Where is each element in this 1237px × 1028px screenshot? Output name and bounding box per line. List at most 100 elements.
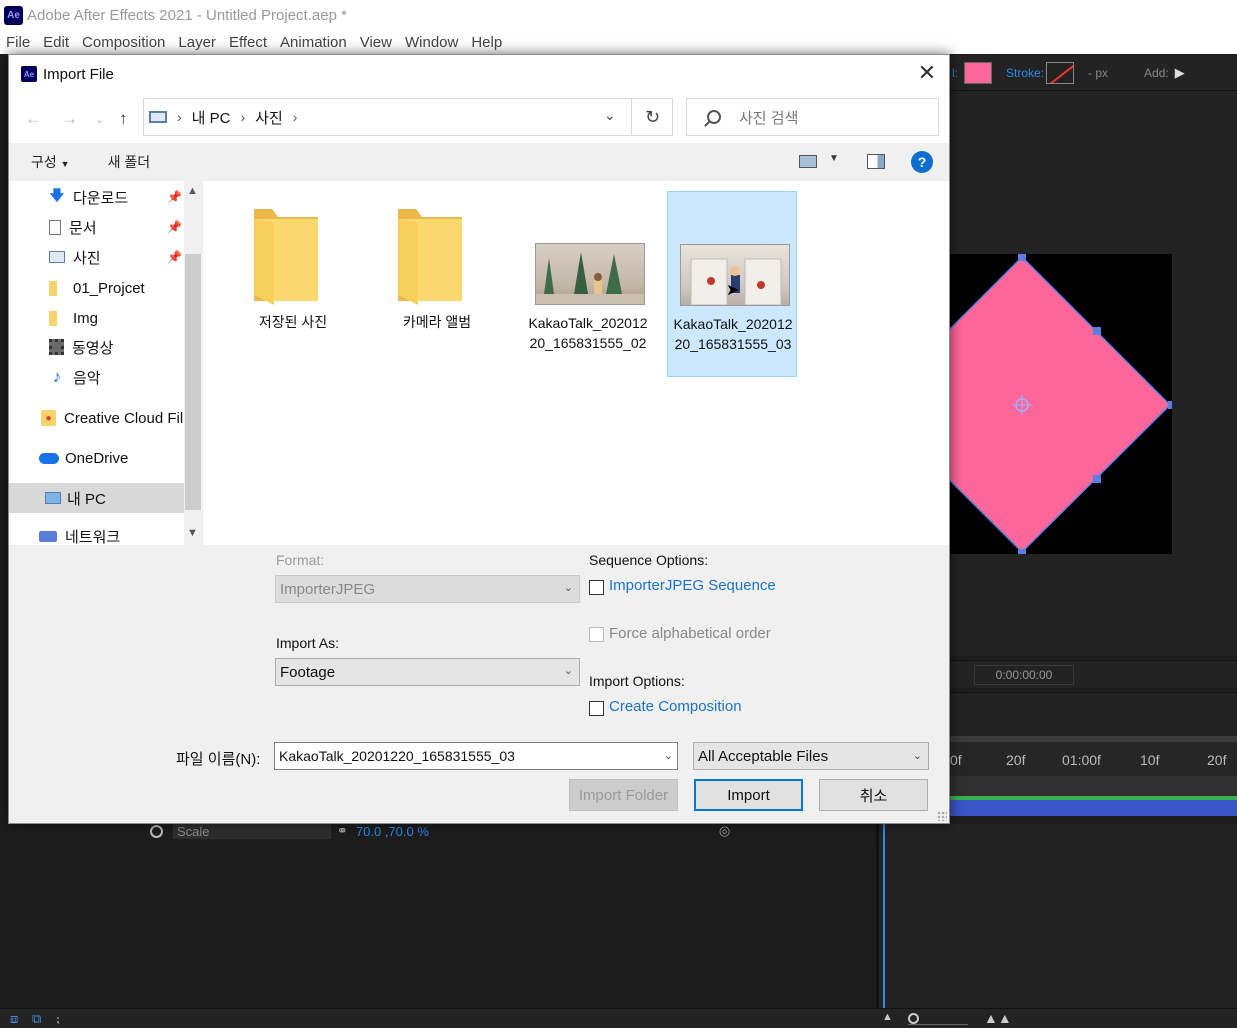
preview-pane-icon[interactable]: [867, 154, 885, 169]
zoom-in-icon[interactable]: ▲▲: [984, 1010, 1012, 1026]
cancel-button[interactable]: 취소: [819, 779, 928, 811]
composition-canvas[interactable]: [950, 254, 1172, 554]
breadcrumb-separator-icon[interactable]: ›: [177, 109, 182, 125]
import-as-value: Footage: [280, 663, 336, 681]
organize-button[interactable]: 구성 ▼: [31, 152, 70, 172]
file-item-image[interactable]: KakaoTalk_20201220_165831555_02: [523, 191, 653, 377]
trees-thumbnail-icon: [536, 252, 644, 304]
breadcrumb-separator-icon[interactable]: ›: [240, 109, 245, 125]
nav-item-01-projcet[interactable]: 01_Projcet: [9, 273, 184, 303]
up-arrow-icon[interactable]: ↑: [119, 109, 128, 129]
help-icon[interactable]: ?: [911, 151, 933, 173]
pin-icon[interactable]: 📌: [167, 250, 182, 264]
nav-item-music[interactable]: ♪ 음악: [9, 362, 184, 392]
ruler-tick: 0f: [950, 752, 962, 768]
scale-property-value[interactable]: 70.0 ,70.0 %: [356, 824, 429, 839]
forward-arrow-icon[interactable]: →: [61, 109, 78, 129]
nav-item-this-pc[interactable]: 내 PC: [9, 483, 184, 513]
nav-item-network[interactable]: 네트워크: [9, 521, 184, 545]
view-mode-icon[interactable]: [799, 155, 817, 168]
file-type-select[interactable]: All Acceptable Files ⌄: [693, 742, 929, 770]
stopwatch-icon[interactable]: [150, 824, 163, 838]
zoom-slider-knob[interactable]: [908, 1013, 919, 1024]
file-item-folder[interactable]: 카메라 앨범: [372, 191, 502, 377]
menu-animation[interactable]: Animation: [280, 34, 347, 51]
filename-input[interactable]: KakaoTalk_20201220_165831555_03 ⌄: [274, 742, 678, 770]
scroll-down-icon[interactable]: ▼: [187, 527, 198, 539]
breadcrumb-separator-icon[interactable]: ›: [293, 109, 298, 125]
search-input[interactable]: 사진 검색: [686, 98, 939, 136]
menu-effect[interactable]: Effect: [229, 34, 267, 51]
pink-diamond-shape[interactable]: [950, 254, 1172, 554]
breadcrumb-item-pictures[interactable]: 사진: [255, 107, 283, 128]
import-as-select[interactable]: Footage ⌄: [275, 658, 580, 686]
menu-layer[interactable]: Layer: [178, 34, 216, 51]
viewer-footer: 0:00:00:00: [950, 660, 1237, 688]
chevron-down-icon[interactable]: ⌄: [664, 749, 673, 762]
timeline-graph-panel: [876, 824, 1237, 1008]
layer-duration-bar[interactable]: [950, 796, 1237, 816]
nav-item-label: 음악: [73, 369, 101, 387]
fill-color-swatch[interactable]: [964, 61, 992, 84]
format-value: ImporterJPEG: [280, 580, 376, 598]
create-composition-checkbox[interactable]: [589, 701, 604, 716]
toggle-icon[interactable]: ⨟: [56, 1011, 60, 1027]
nav-item-img[interactable]: Img: [9, 303, 184, 333]
stroke-width-value[interactable]: - px: [1088, 66, 1108, 80]
new-folder-button[interactable]: 새 폴더: [108, 152, 151, 172]
nav-item-label: 네트워크: [65, 528, 121, 546]
recent-chevron-down-icon[interactable]: ⌄: [95, 113, 104, 126]
nav-item-videos[interactable]: 동영상: [9, 332, 184, 362]
menu-view[interactable]: View: [360, 34, 392, 51]
nav-item-pictures[interactable]: 사진 📌: [9, 242, 184, 272]
timeline-ruler[interactable]: 0f 20f 01:00f 10f 20f: [950, 736, 1237, 776]
pin-icon[interactable]: 📌: [167, 190, 182, 204]
menu-edit[interactable]: Edit: [43, 34, 69, 51]
view-chevron-down-icon[interactable]: ▼: [829, 153, 839, 164]
nav-item-documents[interactable]: 문서 📌: [9, 212, 184, 242]
nav-scrollbar-thumb[interactable]: [185, 254, 201, 510]
comp-flowchart-icon[interactable]: ⧈: [10, 1011, 18, 1027]
menu-file[interactable]: File: [6, 34, 30, 51]
filename-value: KakaoTalk_20201220_165831555_03: [279, 748, 515, 764]
render-icon[interactable]: ⧉: [32, 1011, 41, 1027]
resize-grip-icon[interactable]: [937, 811, 947, 821]
import-file-dialog: Ae Import File ✕ ← → ⌄ ↑ › 내 PC › 사진 › ⌄…: [8, 54, 950, 824]
work-area-bar[interactable]: [950, 776, 1237, 796]
sequence-checkbox-label[interactable]: ImporterJPEG Sequence: [609, 577, 776, 594]
spiral-icon[interactable]: ◎: [719, 823, 730, 839]
zoom-out-icon[interactable]: ▲: [882, 1011, 893, 1023]
stroke-label[interactable]: Stroke:: [1006, 66, 1044, 80]
nav-item-label: 문서: [69, 219, 97, 237]
folder-icon: [398, 209, 462, 305]
menu-composition[interactable]: Composition: [82, 34, 165, 51]
file-list-pane: 저장된 사진 카메라 앨범 KakaoTalk_20201220_1658315…: [203, 181, 949, 545]
sequence-checkbox[interactable]: [589, 580, 604, 595]
close-icon[interactable]: ✕: [917, 62, 937, 84]
back-arrow-icon[interactable]: ←: [25, 109, 42, 129]
folder-icon: [49, 280, 57, 296]
scroll-up-icon[interactable]: ▲: [187, 185, 198, 197]
address-bar[interactable]: › 내 PC › 사진 › ⌄ ↻: [143, 98, 673, 136]
pin-icon[interactable]: 📌: [167, 220, 182, 234]
refresh-icon[interactable]: ↻: [631, 99, 673, 135]
link-icon[interactable]: ⚭: [337, 823, 348, 839]
create-composition-label[interactable]: Create Composition: [609, 698, 742, 715]
viewer-timecode[interactable]: 0:00:00:00: [974, 664, 1074, 685]
menu-window[interactable]: Window: [405, 34, 458, 51]
address-chevron-down-icon[interactable]: ⌄: [604, 107, 616, 124]
nav-item-creative-cloud[interactable]: ● Creative Cloud Fil: [9, 403, 184, 433]
add-menu-icon[interactable]: ▶: [1175, 65, 1185, 81]
import-button[interactable]: Import: [694, 779, 803, 811]
file-item-image-selected[interactable]: ➤ KakaoTalk_20201220_165831555_03: [667, 191, 797, 377]
menu-help[interactable]: Help: [471, 34, 502, 51]
format-select: ImporterJPEG ⌄: [275, 575, 580, 603]
chevron-down-icon: ⌄: [563, 665, 573, 677]
nav-item-onedrive[interactable]: OneDrive: [9, 443, 184, 473]
timeline-playhead[interactable]: [883, 820, 885, 1008]
file-item-folder[interactable]: 저장된 사진: [228, 191, 358, 377]
stroke-color-swatch[interactable]: [1046, 61, 1075, 84]
search-placeholder: 사진 검색: [739, 109, 799, 127]
nav-item-downloads[interactable]: 🡇 다운로드 📌: [9, 182, 184, 212]
breadcrumb-item-pc[interactable]: 내 PC: [192, 107, 231, 128]
